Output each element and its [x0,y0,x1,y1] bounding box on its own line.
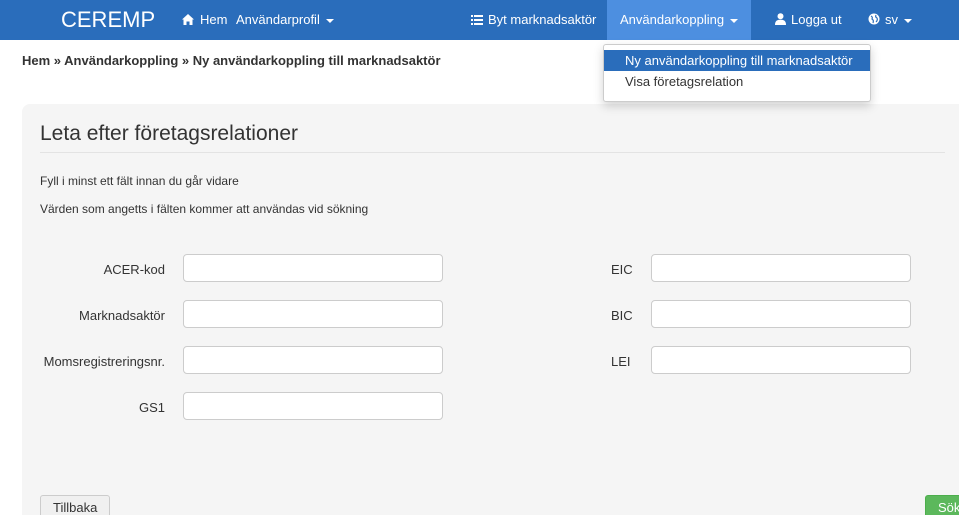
menu-item-view-company-relation[interactable]: Visa företagsrelation [604,71,870,92]
nav-language-label: sv [885,12,898,27]
lei-input[interactable] [651,346,911,374]
nav-logout[interactable]: Logga ut [775,0,842,40]
globe-icon [868,13,880,25]
search-panel: Leta efter företagsrelationer Fyll i min… [22,104,959,515]
acer-code-input[interactable] [183,254,443,282]
chevron-down-icon [730,18,739,23]
nav-home-label: Hem [200,12,228,27]
vat-number-label: Momsregistreringsnr. [43,354,165,369]
bic-label: BIC [611,308,633,323]
acer-code-label: ACER-kod [103,262,165,277]
chevron-down-icon [904,18,912,23]
nav-switch-market-actor[interactable]: Byt marknadsaktör [471,0,596,40]
nav-user-profile-label: Användarprofil [236,12,320,27]
title-divider [40,152,945,153]
nav-home[interactable]: Hem [182,0,227,40]
help-text-required: Fyll i minst ett fält innan du går vidar… [40,174,239,188]
nav-language[interactable]: sv [868,0,912,40]
back-button[interactable]: Tillbaka [40,495,111,515]
eic-label: EIC [611,262,633,277]
nav-switch-market-actor-label: Byt marknadsaktör [488,12,597,27]
help-text-search: Värden som angetts i fälten kommer att a… [40,202,369,216]
search-button[interactable]: Sök [925,495,959,515]
gs1-label: GS1 [138,400,165,415]
breadcrumb: Hem » Användarkoppling » Ny användarkopp… [22,53,441,68]
home-icon [182,14,194,25]
list-icon [471,15,483,25]
market-actor-input[interactable] [183,300,443,328]
vat-number-input[interactable] [183,346,443,374]
nav-user-linking-label: Användarkoppling [620,12,725,27]
lei-label: LEI [611,354,631,369]
chevron-down-icon [325,18,334,23]
eic-input[interactable] [651,254,911,282]
gs1-input[interactable] [183,392,443,420]
user-icon [775,13,786,25]
user-linking-dropdown: Ny användarkoppling till marknadsaktör V… [603,44,871,102]
nav-logout-label: Logga ut [791,12,842,27]
nav-user-linking[interactable]: Användarkoppling [607,0,752,40]
menu-item-new-user-link[interactable]: Ny användarkoppling till marknadsaktör [604,50,870,71]
bic-input[interactable] [651,300,911,328]
brand-logo[interactable]: CEREMP [61,7,155,33]
market-actor-label: Marknadsaktör [79,308,165,323]
nav-user-profile[interactable]: Användarprofil [236,0,334,40]
top-navbar: CEREMP Hem Användarprofil Byt marknadsak… [0,0,959,40]
page-title: Leta efter företagsrelationer [40,122,298,145]
